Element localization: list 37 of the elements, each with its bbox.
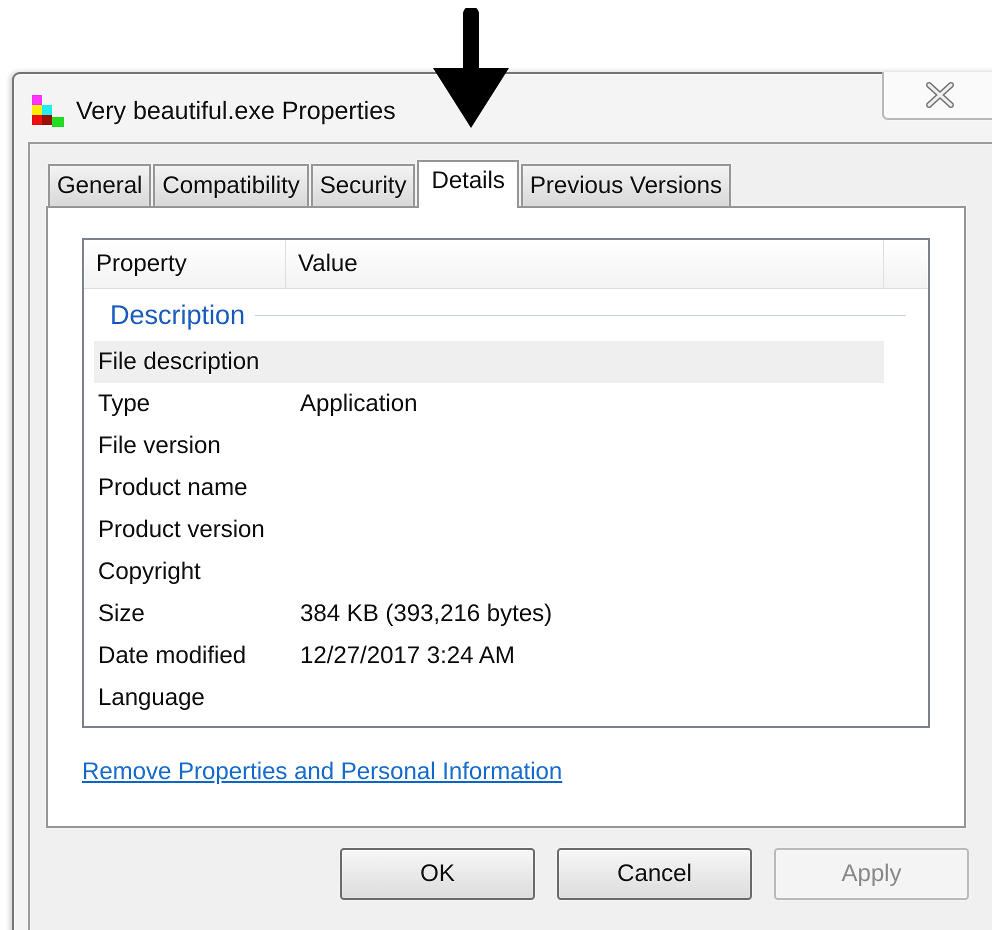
property-row[interactable]: File description [94,341,884,383]
property-name: Copyright [97,558,202,586]
tab[interactable]: Security [310,164,416,206]
column-header[interactable]: Property [84,240,286,288]
tab[interactable]: General [48,164,152,206]
tab[interactable]: Previous Versions [520,164,731,206]
property-row[interactable]: Date modified 12/27/2017 3:24 AM [94,635,884,677]
property-row[interactable]: Type Application [94,383,884,425]
down-arrow-icon [431,8,511,130]
group-header: Description [110,300,246,330]
dialog-button[interactable]: Cancel [557,848,752,900]
window-title: Very beautiful.exe Properties [76,96,396,126]
property-value: Application [300,390,418,418]
property-name: Date modified [97,642,248,670]
property-row[interactable]: Product name [94,467,884,509]
close-icon [925,82,955,108]
close-button[interactable] [882,72,992,120]
property-name: Type [97,390,152,418]
property-name: Product name [97,474,248,502]
property-row[interactable]: Copyright [94,551,884,593]
property-row[interactable]: Product version [94,509,884,551]
property-name: Language [97,684,206,712]
property-row[interactable]: Language [94,677,884,719]
app-icon [30,93,66,129]
property-name: Product version [97,516,266,544]
property-row[interactable]: File version [94,425,884,467]
dialog-button[interactable]: OK [340,848,535,900]
property-name: Size [97,600,146,628]
property-name: File version [97,432,222,460]
tab[interactable]: Compatibility [153,164,309,206]
property-name: File description [97,348,260,376]
tab[interactable]: Details [417,160,519,208]
remove-properties-link[interactable]: Remove Properties and Personal Information [82,758,562,786]
property-value: 384 KB (393,216 bytes) [300,600,552,628]
property-value: 12/27/2017 3:24 AM [300,642,515,670]
column-header[interactable]: Value [286,240,884,288]
property-row[interactable]: Size 384 KB (393,216 bytes) [94,593,884,635]
